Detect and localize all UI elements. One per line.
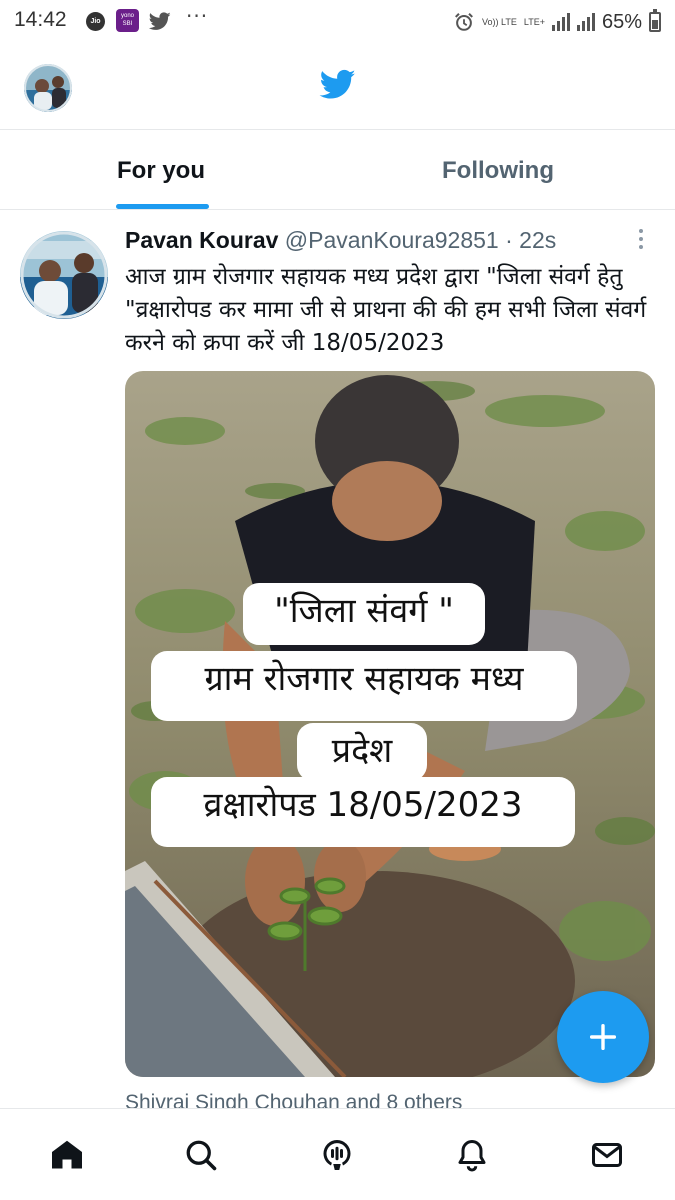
- status-time: 14:42: [14, 8, 67, 31]
- battery-percent: 65%: [601, 10, 642, 33]
- twitter-bird-icon[interactable]: [318, 66, 358, 102]
- alarm-icon: [455, 13, 473, 31]
- tweet-time: 22s: [519, 227, 557, 253]
- nav-spaces[interactable]: [317, 1135, 357, 1175]
- mail-icon: [592, 1143, 622, 1167]
- app-header: [0, 44, 675, 130]
- search-icon: [186, 1140, 217, 1171]
- bottom-navigation: [0, 1108, 675, 1200]
- yono-sbi-icon: yono SBI: [116, 9, 139, 32]
- caption-line-4: व्रक्षारोपड 18/05/2023: [151, 777, 575, 847]
- tweet[interactable]: Pavan Kourav @PavanKoura92851 · 22s आज ग…: [0, 211, 675, 1114]
- nav-notifications[interactable]: [452, 1135, 492, 1175]
- nav-search[interactable]: [181, 1135, 221, 1175]
- plus-icon: [589, 1023, 617, 1051]
- tab-for-you[interactable]: For you: [117, 157, 205, 185]
- twitter-notification-icon: [148, 12, 171, 30]
- caption-line-2: ग्राम रोजगार सहायक मध्य: [151, 651, 577, 721]
- status-bar: 14:42 Jio yono SBI ··· Vo)) LTE LTE+ 65%: [0, 0, 675, 44]
- jio-icon: Jio: [86, 12, 105, 31]
- overflow-dots: ···: [186, 4, 209, 28]
- more-options-icon[interactable]: [636, 229, 646, 253]
- tweet-author-handle[interactable]: @PavanKoura92851: [285, 227, 499, 253]
- image-caption: "जिला संवर्ग " ग्राम रोजगार सहायक मध्य प…: [125, 371, 655, 1077]
- spaces-icon: [323, 1140, 351, 1170]
- active-tab-indicator: [116, 204, 209, 209]
- home-icon: [52, 1140, 82, 1169]
- caption-line-3: प्रदेश: [297, 723, 427, 781]
- volte-label: Vo)) LTE: [482, 17, 517, 27]
- signal-icon-2: [576, 13, 595, 31]
- timeline-tabs: For you Following: [0, 131, 675, 210]
- status-right: Vo)) LTE LTE+ 65%: [453, 7, 661, 37]
- caption-line-1: "जिला संवर्ग ": [243, 583, 485, 645]
- nav-home[interactable]: [47, 1135, 87, 1175]
- tweet-author-avatar[interactable]: [20, 231, 108, 319]
- tab-following[interactable]: Following: [442, 157, 554, 185]
- compose-tweet-button[interactable]: [557, 991, 649, 1083]
- nav-messages[interactable]: [587, 1135, 627, 1175]
- signal-icon: [551, 13, 570, 31]
- battery-icon: [649, 9, 661, 32]
- tweet-separator: ·: [498, 227, 520, 253]
- tweet-author-name[interactable]: Pavan Kourav: [125, 227, 278, 253]
- tweet-text: आज ग्राम रोजगार सहायक मध्य प्रदेश द्वारा…: [125, 264, 647, 356]
- tweet-header: Pavan Kourav @PavanKoura92851 · 22s: [125, 227, 556, 254]
- profile-avatar[interactable]: [24, 64, 72, 112]
- bell-icon: [458, 1140, 486, 1172]
- tweet-image[interactable]: "जिला संवर्ग " ग्राम रोजगार सहायक मध्य प…: [125, 371, 655, 1077]
- network-label: LTE+: [523, 17, 545, 27]
